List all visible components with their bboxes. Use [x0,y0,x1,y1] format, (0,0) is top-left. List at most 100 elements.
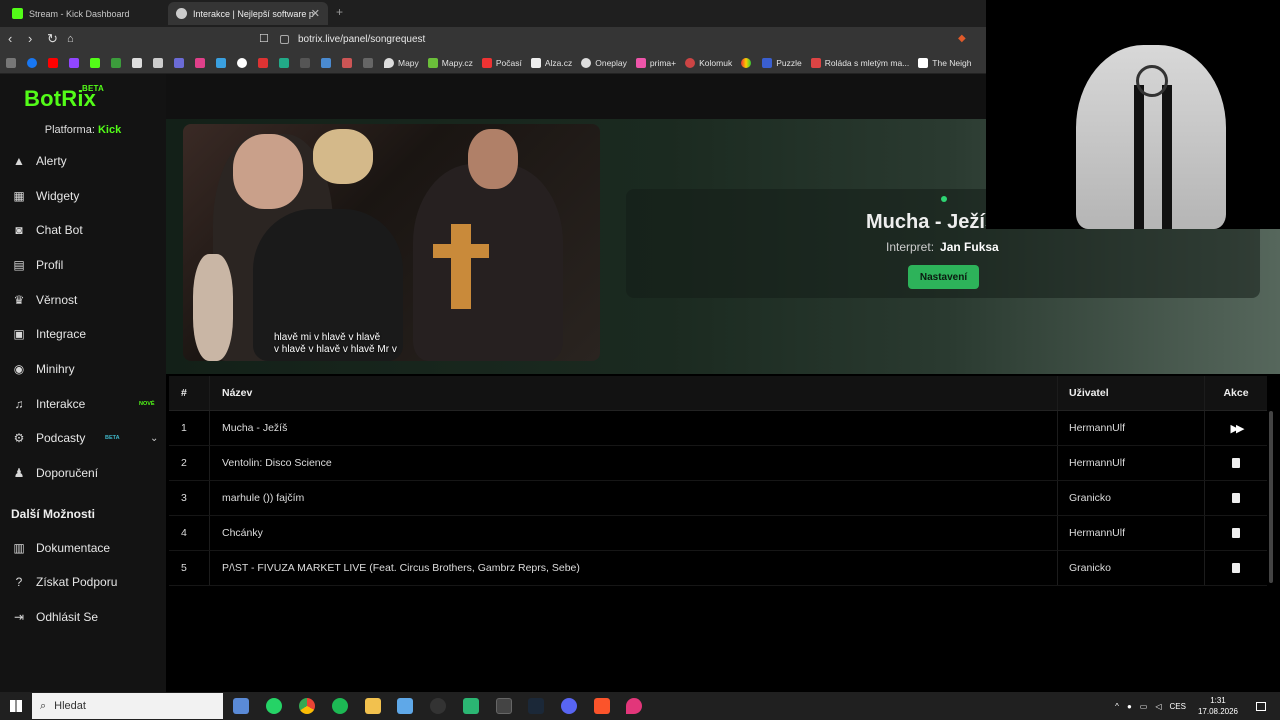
sidebar-item-integrace[interactable]: ▣ Integrace [0,319,166,349]
sheet-icon[interactable] [279,57,289,68]
system-tray: ^ ● ▭ ◁ CES 1:31 17.08.2026 [1115,692,1266,720]
at-icon[interactable] [342,57,352,68]
browser-tab-interakce[interactable]: Interakce | Nejlepší software p ✕ [168,2,328,25]
brave-icon[interactable] [594,698,610,714]
sidebar-item-minihry[interactable]: ◉ Minihry [0,354,166,384]
bookmark-mapy-cz[interactable]: Mapy.cz [427,57,473,68]
music-icon: ♫ [14,397,24,411]
volume-icon[interactable]: ◁ [1155,702,1161,711]
youtube-icon[interactable] [48,57,58,68]
person-figure [413,164,563,361]
address-bar[interactable]: botrix.live/panel/songrequest [280,30,960,49]
new-tab-icon[interactable]: + [336,5,343,19]
file-explorer-icon[interactable] [365,698,381,714]
reload-icon[interactable]: ↻ [47,32,58,46]
youtube-video-player[interactable]: hlavě mi v hlavě v hlavě v hlavě v hlavě… [183,124,600,361]
bookmark-alza[interactable]: Alza.cz [530,57,572,68]
google-icon[interactable] [237,57,247,68]
botrix-favicon-icon [176,8,187,19]
table-row: 5 P/\ST - FIVUZA MARKET LIVE (Feat. Circ… [169,551,1267,586]
bookmark-icon[interactable]: ☐ [259,32,269,46]
language-indicator[interactable]: CES [1170,702,1186,711]
sidebar-item-alerty[interactable]: ▲ Alerty [0,146,166,176]
close-tab-icon[interactable]: ✕ [311,7,320,20]
windows-start-icon[interactable] [10,700,22,712]
logitech-icon[interactable] [430,698,446,714]
sidebar-item-odhlasit-se[interactable]: ⇥ Odhlásit Se [0,602,166,632]
bookmark-pocasi[interactable]: Počasí [481,57,522,68]
location-pin-icon[interactable] [626,698,642,714]
song-title: Ventolin: Disco Science [209,446,1057,480]
network-icon[interactable]: ▭ [1140,702,1148,711]
prima-icon [635,57,646,68]
browser-tab-kick-dashboard[interactable]: Stream - Kick Dashboard [4,2,164,25]
twitch-icon[interactable] [69,57,79,68]
bookmark-puzzle[interactable]: Puzzle [762,57,802,68]
users-icon: ♟ [13,466,25,480]
sidebar-item-podcasty[interactable]: ⚙ Podcasty BETA ⌄ [0,423,166,453]
site-info-icon[interactable] [280,35,289,44]
bookmark-mapy[interactable]: Mapy [384,57,419,68]
brave-shield-icon[interactable]: ◆ [958,32,966,46]
integration-icon: ▣ [13,327,25,341]
bookmark-oneplay[interactable]: Oneplay [581,57,627,68]
anchor-icon[interactable] [132,57,142,68]
back-icon[interactable]: ‹ [8,32,12,46]
trash-icon[interactable] [1232,493,1240,503]
chevron-up-icon[interactable]: ^ [1115,702,1119,711]
color-wheel-icon[interactable] [741,57,752,68]
chrome-icon[interactable] [299,698,315,714]
c-icon[interactable] [300,57,310,68]
kick-icon[interactable] [90,57,100,68]
news-icon[interactable] [258,57,268,68]
stats-icon[interactable] [111,57,121,68]
clock[interactable]: 1:31 17.08.2026 [1198,695,1238,717]
ghost-icon[interactable] [174,57,184,68]
sidebar-item-ziskat-podporu[interactable]: ? Získat Podporu [0,567,166,597]
microphone-icon[interactable]: ● [1127,702,1132,711]
map-pin-icon [384,57,394,68]
vscode-icon[interactable] [397,698,413,714]
sidebar-item-chat-bot[interactable]: ◙ Chat Bot [0,215,166,245]
sidebar-item-dokumentace[interactable]: ▥ Dokumentace [0,533,166,563]
bookmark-prima[interactable]: prima+ [635,57,676,68]
task-view-icon[interactable] [233,698,249,714]
spotify-icon[interactable] [332,698,348,714]
discord-icon[interactable] [561,698,577,714]
steam-icon[interactable] [528,698,544,714]
obs-icon[interactable] [496,698,512,714]
trash-icon[interactable] [1232,458,1240,468]
h-icon[interactable] [321,57,331,68]
table-scrollbar[interactable] [1269,411,1273,583]
sidebar-item-interakce[interactable]: ♫ Interakce NOVÉ [0,389,166,419]
row-number: 1 [181,422,187,434]
botrix-logo[interactable]: BotRix BETA [24,84,104,112]
diamond-icon[interactable] [153,57,163,68]
tab-title: Interakce | Nejlepší software p [193,8,314,19]
arrow-icon[interactable] [363,57,373,68]
sidebar-item-widgety[interactable]: ▦ Widgety [0,181,166,211]
facebook-icon[interactable] [27,57,37,68]
flower-icon[interactable] [195,57,205,68]
sidebar-item-doporuceni[interactable]: ♟ Doporučení [0,458,166,488]
sidebar-item-vernost[interactable]: ♛ Věrnost [0,285,166,315]
bookmark-kolomuk[interactable]: Kolomuk [685,57,732,68]
trash-icon[interactable] [1232,563,1240,573]
forward-icon[interactable]: › [28,32,32,46]
bookmark-the-neigh[interactable]: The Neigh [918,57,972,68]
settings-button[interactable]: Nastavení [908,265,979,289]
whatsapp-icon[interactable] [266,698,282,714]
trash-icon[interactable] [1232,528,1240,538]
column-header-number: # [181,387,187,399]
skip-forward-icon[interactable]: ▶▶ [1231,422,1245,435]
app-icon[interactable] [463,698,479,714]
apps-grid-icon[interactable] [6,57,16,68]
pen-icon[interactable] [216,57,226,68]
table-row: 4 Chcánky HermannUlf [169,516,1267,551]
taskbar-search[interactable]: ⌕ Hledat [32,693,223,719]
bookmark-rolada[interactable]: Roláda s mletým ma... [810,57,909,68]
notification-icon[interactable] [1256,701,1266,711]
home-icon[interactable]: ⌂ [67,32,74,46]
sidebar-item-profil[interactable]: ▤ Profil [0,250,166,280]
chevron-down-icon[interactable]: ⌄ [150,433,158,444]
